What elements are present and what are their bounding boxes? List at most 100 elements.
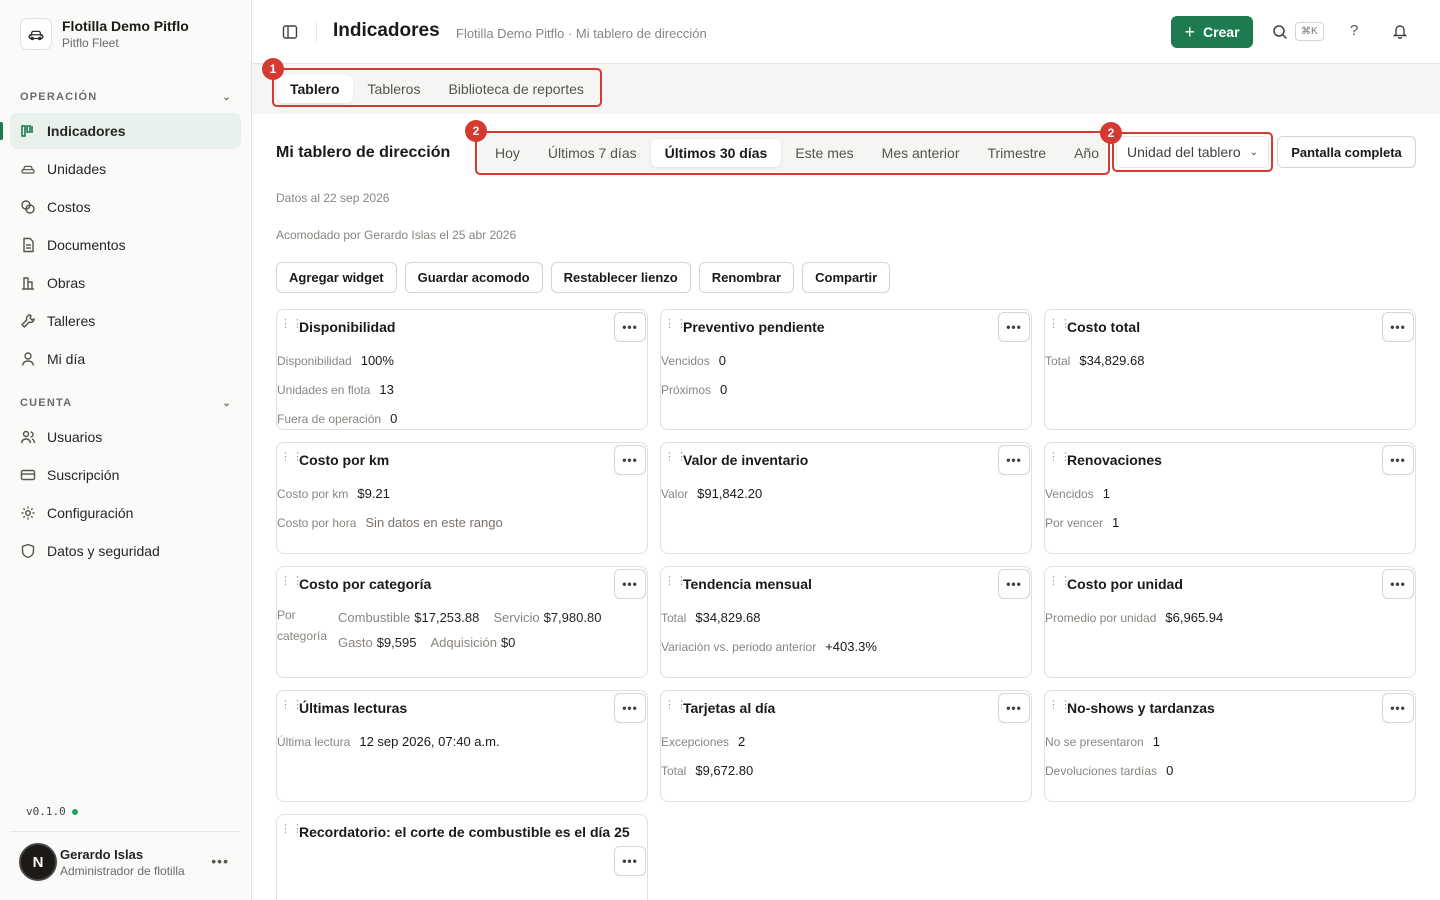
sidebar-item-documentos[interactable]: Documentos (10, 227, 241, 263)
widget-costo-km: ⋮⋮ Costo por km ••• Costo por km $9.21 Co… (276, 442, 648, 554)
metric-row: Excepciones 2 (661, 734, 745, 749)
wrench-icon (20, 313, 36, 329)
widget-title: Costo por km (299, 452, 390, 468)
section-cuenta[interactable]: CUENTA ⌄ (20, 397, 232, 409)
sidebar-item-suscripcion[interactable]: Suscripción (10, 457, 241, 493)
metric-row: Disponibilidad 100% (277, 353, 394, 368)
sidebar: Flotilla Demo Pitflo Pitflo Fleet OPERAC… (0, 0, 252, 900)
sidebar-item-costos[interactable]: Costos (10, 189, 241, 225)
widget-costo-total: ⋮⋮ Costo total ••• Total $34,829.68 (1044, 309, 1416, 430)
metric-row: Vencidos 1 (1045, 486, 1110, 501)
range-mes-anterior[interactable]: Mes anterior (868, 139, 974, 167)
metric-value: 0 (390, 411, 398, 426)
sidebar-item-talleres[interactable]: Talleres (10, 303, 241, 339)
range-este-mes[interactable]: Este mes (781, 139, 867, 167)
category-value: $7,980.80 (543, 610, 602, 625)
widget-menu-button[interactable]: ••• (998, 312, 1030, 342)
range-ano[interactable]: Año (1060, 139, 1113, 167)
create-button[interactable]: + Crear (1171, 16, 1253, 48)
share-button[interactable]: Compartir (802, 262, 891, 293)
users-icon (20, 429, 36, 445)
section-operacion-label: OPERACIÓN (20, 91, 98, 103)
category-item: Adquisición $0 (430, 630, 515, 655)
org-switcher[interactable]: Flotilla Demo Pitflo Pitflo Fleet (20, 18, 189, 50)
widget-menu-button[interactable]: ••• (614, 569, 646, 599)
range-options: Hoy Últimos 7 días Últimos 30 días Este … (481, 137, 1113, 169)
widget-menu-button[interactable]: ••• (614, 312, 646, 342)
sidebar-item-label: Obras (47, 275, 86, 291)
sidebar-item-obras[interactable]: Obras (10, 265, 241, 301)
search-icon[interactable] (1272, 24, 1288, 43)
sidebar-item-label: Suscripción (47, 467, 120, 483)
breadcrumb: Flotilla Demo Pitflo · Mi tablero de dir… (456, 26, 707, 41)
section-cuenta-label: CUENTA (20, 397, 73, 409)
metric-value: 12 sep 2026, 07:40 a.m. (359, 734, 500, 749)
org-subtitle: Pitflo Fleet (62, 36, 119, 50)
metric-label: Disponibilidad (277, 354, 352, 368)
range-7-dias[interactable]: Últimos 7 días (534, 139, 651, 167)
metric-value: 2 (738, 734, 746, 749)
sidebar-item-usuarios[interactable]: Usuarios (10, 419, 241, 455)
user-menu[interactable]: N Gerardo Islas Administrador de flotill… (19, 843, 241, 881)
tab-tablero[interactable]: Tablero (277, 75, 353, 103)
section-operacion[interactable]: OPERACIÓN ⌄ (20, 91, 232, 103)
metric-value: +403.3% (825, 639, 877, 654)
sidebar-item-label: Talleres (47, 313, 96, 329)
widget-menu-button[interactable]: ••• (1382, 693, 1414, 723)
metric-label: Próximos (661, 383, 712, 397)
unit-select[interactable]: Unidad del tablero ⌄ (1116, 136, 1269, 168)
metric-value: 13 (379, 382, 394, 397)
tab-biblioteca-reportes[interactable]: Biblioteca de reportes (435, 75, 596, 103)
widget-menu-button[interactable]: ••• (1382, 569, 1414, 599)
sidebar-item-indicadores[interactable]: Indicadores (10, 113, 241, 149)
widget-title: No-shows y tardanzas (1067, 700, 1215, 716)
save-layout-button[interactable]: Guardar acomodo (404, 262, 543, 293)
metric-value: $6,965.94 (1165, 610, 1224, 625)
sidebar-item-unidades[interactable]: Unidades (10, 151, 241, 187)
range-30-dias[interactable]: Últimos 30 días (650, 139, 782, 167)
add-widget-button[interactable]: Agregar widget (276, 262, 397, 293)
shield-icon (20, 543, 36, 559)
user-role: Administrador de flotilla (60, 863, 185, 878)
widget-menu-button[interactable]: ••• (614, 445, 646, 475)
sidebar-item-label: Costos (47, 199, 91, 215)
sidebar-item-datos-seguridad[interactable]: Datos y seguridad (10, 533, 241, 569)
metric-value: Sin datos en este rango (365, 515, 503, 530)
page-title: Indicadores (333, 20, 440, 41)
widget-menu-button[interactable]: ••• (614, 693, 646, 723)
widget-inventario: ⋮⋮ Valor de inventario ••• Valor $91,842.… (660, 442, 1032, 554)
help-icon[interactable]: ? (1350, 22, 1358, 39)
board-actions: Agregar widget Guardar acomodo Restablec… (276, 262, 898, 293)
category-name: Gasto (338, 635, 373, 650)
bell-icon[interactable] (1392, 23, 1408, 42)
metric-label: Fuera de operación (277, 412, 382, 426)
range-trimestre[interactable]: Trimestre (973, 139, 1060, 167)
sidebar-toggle-icon[interactable] (282, 24, 298, 40)
reset-canvas-button[interactable]: Restablecer lienzo (550, 262, 691, 293)
widget-menu-button[interactable]: ••• (998, 693, 1030, 723)
metric-value: 1 (1102, 486, 1110, 501)
widget-menu-button[interactable]: ••• (998, 445, 1030, 475)
category-item: Servicio $7,980.80 (493, 605, 601, 630)
building-icon (20, 275, 36, 291)
chart-bars-icon (20, 123, 36, 139)
more-icon[interactable]: ••• (211, 853, 229, 869)
widget-menu-button[interactable]: ••• (614, 846, 646, 876)
widget-menu-button[interactable]: ••• (998, 569, 1030, 599)
tab-tableros[interactable]: Tableros (355, 75, 434, 103)
widget-menu-button[interactable]: ••• (1382, 445, 1414, 475)
sidebar-item-label: Datos y seguridad (47, 543, 160, 559)
metric-label: Devoluciones tardías (1045, 764, 1158, 778)
rename-button[interactable]: Renombrar (698, 262, 795, 293)
metric-row: Total $34,829.68 (661, 610, 760, 625)
metric-row: Variación vs. periodo anterior +403.3% (661, 639, 877, 654)
widget-title: Costo por unidad (1067, 576, 1183, 592)
widget-tarjetas: ⋮⋮ Tarjetas al día ••• Excepciones 2 Tota… (660, 690, 1032, 802)
car-icon (20, 161, 36, 177)
widget-menu-button[interactable]: ••• (1382, 312, 1414, 342)
range-hoy[interactable]: Hoy (481, 139, 534, 167)
fullscreen-button[interactable]: Pantalla completa (1277, 136, 1416, 168)
sidebar-item-mi-dia[interactable]: Mi día (10, 341, 241, 377)
category-name: Servicio (493, 610, 540, 625)
sidebar-item-configuracion[interactable]: Configuración (10, 495, 241, 531)
